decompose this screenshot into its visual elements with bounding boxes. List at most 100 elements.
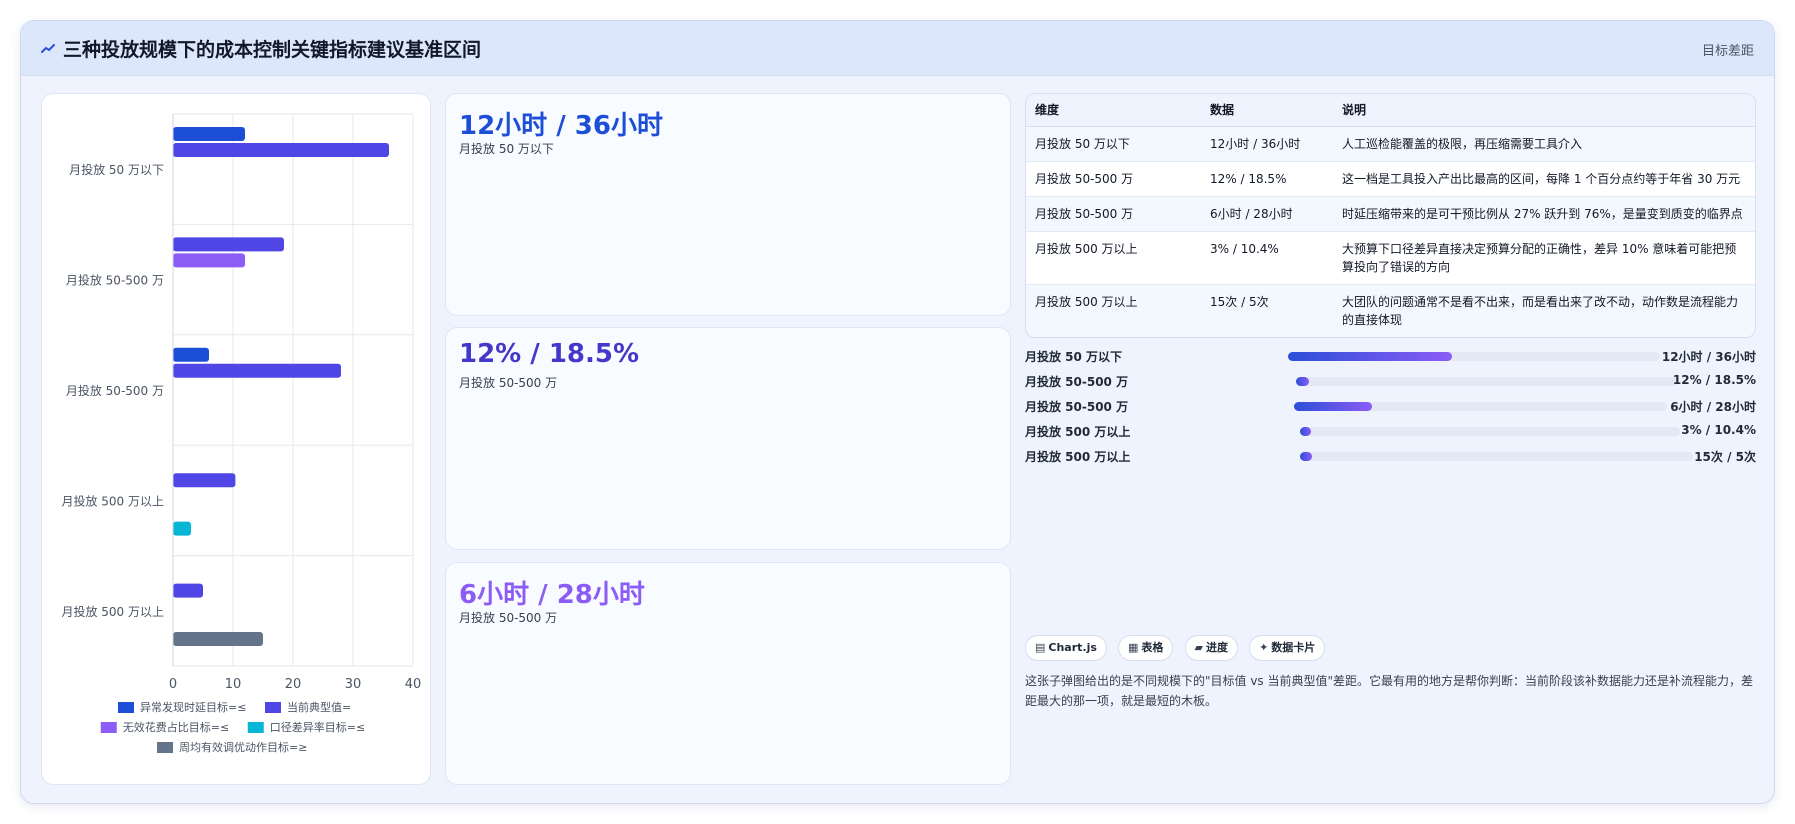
stat-card-latency-mid: 6小时 / 28小时 月投放 50-500 万 [445,562,1011,785]
table-cell: 月投放 50-500 万 [1026,196,1201,232]
legend-swatch [157,742,173,753]
bar [173,632,263,646]
legend-swatch [247,722,264,733]
tag-table[interactable]: ▦ 表格 [1118,635,1174,661]
table-cell: 人工巡检能覆盖的极限，再压缩需要工具介入 [1333,126,1755,162]
card-icon: ✦ [1259,641,1269,654]
legend-entry: 当前典型值= [287,700,351,714]
bar [173,347,209,362]
table-row: 月投放 500 万以上 15次 / 5次 大团队的问题通常不是看不出来，而是看出… [1026,284,1755,337]
bar-chart: 0 10 20 30 40 月投放 50 万以下月投放 50-500 万月投放 50-50… [61,113,422,754]
y-category-label: 月投放 500 万以上 [61,604,164,619]
bar [173,521,191,536]
table-header-row: 维度 数据 说明 [1026,94,1755,127]
stat-value: 12% / 18.5% [459,339,640,369]
y-category-label: 月投放 50-500 万 [66,383,164,398]
y-category-label: 月投放 50-500 万 [66,273,164,288]
bar-chart-panel: 0 10 20 30 40 月投放 50 万以下 月投放 50-500 万月投放 50-50… [41,93,431,785]
column-header-dimension: 维度 [1026,94,1201,127]
progress-row: 月投放 500 万以上 3% / 10.4% [1025,422,1756,440]
x-tick-label: 30 [345,677,362,692]
stat-subtitle: 月投放 50-500 万 [459,611,558,625]
stat-subtitle: 月投放 50 万以下 [459,142,554,156]
tag-progress[interactable]: ▰ 进度 [1184,635,1238,661]
progress-value: 3% / 10.4% [1681,423,1756,437]
page-title: 三种投放规模下的成本控制关键指标建议基准区间 [63,39,482,61]
progress-value: 15次 / 5次 [1694,450,1756,464]
y-category-label: 月投放 50 万以下 [69,162,164,177]
progress-fill [1296,377,1310,386]
progress-row: 月投放 500 万以上 15次 / 5次 [1025,447,1756,465]
column-header-description: 说明 [1333,94,1755,127]
data-table: 维度 数据 说明 月投放 50 万以下 12小时 / 36小时 人工巡检能覆盖的… [1025,93,1756,338]
card-header: 三种投放规模下的成本控制关键指标建议基准区间 目标差距 [21,21,1774,76]
progress-track [1300,427,1680,436]
legend-entry: 周均有效调优动作目标=≥ [179,740,307,754]
stat-card-latency-small: 12小时 / 36小时 月投放 50 万以下 [445,93,1011,316]
table-row: 月投放 500 万以上 3% / 10.4% 大预算下口径差异直接决定预算分配的… [1026,231,1755,285]
legend-entry: 口径差异率目标=≤ [270,720,365,734]
x-tick-label: 40 [405,677,422,692]
bar [173,583,203,598]
bar [173,143,389,157]
stat-subtitle: 月投放 50-500 万 [459,376,558,390]
table-cell: 大预算下口径差异直接决定预算分配的正确性，差异 10% 意味着可能把预算投向了错… [1333,231,1755,285]
progress-track [1288,352,1660,361]
tag-label: 表格 [1141,641,1164,654]
tag-data-card[interactable]: ✦ 数据卡片 [1249,635,1326,661]
progress-label: 月投放 50-500 万 [1025,375,1129,389]
table-cell: 月投放 500 万以上 [1026,231,1201,285]
table-cell: 大团队的问题通常不是看不出来，而是看出来了改不动，动作数是流程能力的直接体现 [1333,284,1755,337]
feature-tags: ▤ Chart.js ▦ 表格 ▰ 进度 ✦ 数据卡片 [1025,635,1331,661]
stat-card-waste-mid: 12% / 18.5% 月投放 50-500 万 [445,327,1011,550]
target-gap-label: 目标差距 [1701,44,1754,59]
chart-icon: ▤ [1035,641,1046,654]
table-cell: 15次 / 5次 [1201,284,1333,337]
legend-entry: 异常发现时延目标=≤ [140,700,246,714]
progress-fill [1300,427,1312,436]
tag-label: Chart.js [1048,641,1097,654]
stat-value: 12小时 / 36小时 [459,111,663,141]
chart-note: 这张子弹图给出的是不同规模下的"目标值 vs 当前典型值"差距。它最有用的地方是… [1025,674,1754,708]
progress-icon: ▰ [1194,641,1203,654]
progress-fill [1300,452,1312,461]
progress-track [1296,377,1678,386]
bar [173,253,245,268]
table-cell: 6小时 / 28小时 [1201,196,1333,232]
table-icon: ▦ [1128,641,1139,654]
progress-row: 月投放 50-500 万 12% / 18.5% [1025,372,1756,390]
main-card: 三种投放规模下的成本控制关键指标建议基准区间 目标差距 0 10 20 30 40 月投放… [20,20,1775,804]
progress-row: 月投放 50 万以下 12小时 / 36小时 [1025,347,1756,365]
bar [173,363,341,378]
tag-label: 进度 [1205,641,1228,654]
table-cell: 12% / 18.5% [1201,161,1333,197]
tag-chartjs[interactable]: ▤ Chart.js [1025,635,1107,661]
progress-value: 12% / 18.5% [1672,373,1756,387]
tag-label: 数据卡片 [1271,641,1316,654]
y-category-label: 月投放 500 万以上 [61,493,164,508]
bar [173,237,284,252]
x-tick-label: 20 [285,677,302,692]
table-cell: 月投放 500 万以上 [1026,284,1201,337]
trend-icon [41,44,55,53]
x-tick-label: 0 [169,677,177,692]
legend-swatch [265,702,281,713]
table-row: 月投放 50 万以下 12小时 / 36小时 人工巡检能覆盖的极限，再压缩需要工… [1026,126,1755,162]
table-row: 月投放 50-500 万 12% / 18.5% 这一档是工具投入产出比最高的区… [1026,161,1755,197]
stat-value: 6小时 / 28小时 [459,580,645,610]
bar [173,127,245,141]
x-tick-label: 10 [225,677,242,692]
column-header-data: 数据 [1201,94,1333,127]
legend-entry: 无效花费占比目标=≤ [123,720,229,734]
table-cell: 3% / 10.4% [1201,231,1333,285]
table-cell: 12小时 / 36小时 [1201,126,1333,162]
table-cell: 这一档是工具投入产出比最高的区间，每降 1 个百分点约等于年省 30 万元 [1333,161,1755,197]
table-row: 月投放 50-500 万 6小时 / 28小时 时延压缩带来的是可干预比例从 2… [1026,196,1755,232]
progress-track [1300,452,1693,461]
progress-fill [1288,352,1452,361]
table-cell: 时延压缩带来的是可干预比例从 27% 跃升到 76%，是量变到质变的临界点 [1333,196,1755,232]
progress-label: 月投放 500 万以上 [1025,425,1131,439]
progress-label: 月投放 50 万以下 [1025,350,1123,364]
table-cell: 月投放 50 万以下 [1026,126,1201,162]
progress-value: 12小时 / 36小时 [1661,350,1756,364]
